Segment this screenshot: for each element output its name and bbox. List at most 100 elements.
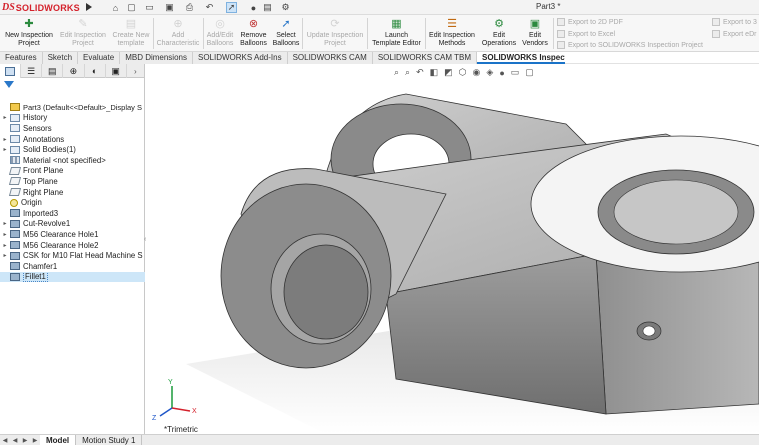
launch-template-editor-button[interactable]: ▦ Launch Template Editor	[369, 17, 424, 48]
expand-arrow-icon[interactable]: ▸	[0, 146, 10, 153]
tab-solidworks-add-ins[interactable]: SOLIDWORKS Add-Ins	[192, 52, 288, 64]
remove-balloon-icon: ⊗	[248, 18, 259, 30]
file-properties-icon[interactable]: ▤	[262, 2, 273, 13]
cam-manager-tab[interactable]: ▣	[106, 64, 127, 78]
expand-arrow-icon[interactable]: ▸	[0, 231, 10, 238]
tab-solidworks-cam-tbm[interactable]: SOLIDWORKS CAM TBM	[372, 52, 478, 64]
create-new-template-button[interactable]: ▤ Create New template	[110, 17, 152, 48]
menu-expand-icon[interactable]	[86, 3, 92, 11]
tree-item-label: Cut-Revolve1	[23, 219, 71, 229]
tree-item[interactable]: ▸ M56 Clearance Hole2	[0, 240, 145, 251]
hole-icon	[10, 230, 20, 239]
graphics-area[interactable]: ⌕ ⌕ ↶ ◧ ◩ ⬡ ◉ ◈ ● ▭ ▢ Y X Z *Trimetric	[146, 64, 759, 434]
solidworks-logo[interactable]: DS SOLIDWORKS	[2, 1, 80, 14]
options-icon[interactable]: ⚙	[280, 2, 291, 13]
more-tabs-icon[interactable]: ›	[127, 64, 144, 78]
button-label: Export to 2D PDF	[568, 18, 623, 26]
add-characteristic-button[interactable]: ⊕ Add Characteristic	[155, 17, 201, 48]
tree-item[interactable]: ▸ Annotations	[0, 134, 145, 145]
select-balloons-button[interactable]: ➚ Select Balloons	[271, 17, 301, 48]
add-edit-balloons-button[interactable]: ◎ Add/Edit Balloons	[205, 17, 235, 48]
cam-icon: ▣	[111, 65, 120, 76]
edit-project-icon: ✎	[78, 18, 88, 30]
expand-arrow-icon[interactable]: ▸	[0, 252, 10, 259]
display-manager-icon: ◐	[91, 66, 98, 76]
tree-item-label: Front Plane	[23, 166, 64, 176]
prev-tab-icon[interactable]: ◀	[10, 437, 20, 444]
tree-item[interactable]: ▸ CSK for M10 Flat Head Machine S	[0, 250, 145, 261]
expand-arrow-icon[interactable]: ▸	[0, 136, 10, 143]
button-label: New Inspection	[5, 32, 53, 39]
property-manager-tab[interactable]: ☰	[21, 64, 43, 78]
new-icon[interactable]: ▢	[126, 2, 137, 13]
next-tab-icon[interactable]: ▶	[20, 437, 30, 444]
new-project-icon: ✚	[24, 18, 34, 30]
undo-icon[interactable]: ↶	[204, 2, 215, 13]
tree-root-part[interactable]: Part3 (Default<<Default>_Display S	[0, 102, 145, 113]
tree-item[interactable]: ▸ History	[0, 113, 145, 124]
configuration-manager-tab[interactable]: ▤	[42, 64, 64, 78]
tree-item[interactable]: Right Plane	[0, 187, 145, 198]
triad-z-axis	[159, 407, 173, 417]
tree-item[interactable]: Sensors	[0, 123, 145, 134]
last-tab-icon[interactable]: ▶	[30, 437, 40, 444]
tree-item[interactable]: Chamfer1	[0, 261, 145, 272]
export-inspection-project-button[interactable]: Export to SOLIDWORKS Inspection Project	[557, 41, 703, 49]
tree-item[interactable]: Fillet1	[0, 271, 145, 283]
tab-features[interactable]: Features	[0, 52, 43, 64]
edit-inspection-methods-button[interactable]: ☰ Edit Inspection Methods	[427, 17, 477, 48]
dimxpert-manager-tab[interactable]: ⊕	[63, 64, 85, 78]
feature-manager-tab[interactable]	[0, 64, 22, 78]
export-3d-button[interactable]: Export to 3	[712, 18, 757, 26]
tree-item[interactable]: Front Plane	[0, 166, 145, 177]
tree-item[interactable]: Top Plane	[0, 176, 145, 187]
home-icon[interactable]: ⌂	[110, 2, 121, 13]
tree-item[interactable]: Material <not specified>	[0, 155, 145, 166]
expand-arrow-icon[interactable]: ▸	[0, 242, 10, 249]
display-manager-tab[interactable]: ◐	[85, 64, 106, 78]
tree-item[interactable]: ▸ M56 Clearance Hole1	[0, 229, 145, 240]
tree-item-label: Imported3	[23, 208, 59, 218]
plane-icon	[8, 188, 22, 197]
new-inspection-project-button[interactable]: ✚ New Inspection Project	[3, 17, 55, 48]
edit-vendors-button[interactable]: ▣ Edit Vendors	[520, 17, 550, 48]
edit-operations-button[interactable]: ⚙ Edit Operations	[480, 17, 518, 48]
rebuild-icon[interactable]: ●	[248, 2, 259, 13]
export-excel-button[interactable]: Export to Excel	[557, 30, 615, 38]
tree-item[interactable]: ▸ Cut-Revolve1	[0, 219, 145, 230]
button-label: Operations	[481, 40, 517, 47]
update-inspection-project-button[interactable]: ⟳ Update Inspection Project	[304, 17, 366, 48]
select-icon[interactable]: ➚	[226, 2, 237, 13]
configuration-icon: ▤	[48, 65, 57, 76]
button-label: Methods	[438, 40, 466, 47]
first-tab-icon[interactable]: ◀	[0, 437, 10, 444]
open-icon[interactable]: ▭	[144, 2, 155, 13]
edit-inspection-project-button[interactable]: ✎ Edit Inspection Project	[57, 17, 109, 48]
side-countersink-bore	[642, 325, 656, 337]
expand-arrow-icon[interactable]: ▸	[0, 114, 10, 121]
tab-sketch[interactable]: Sketch	[42, 52, 79, 64]
model-render[interactable]: Y X Z	[146, 64, 759, 434]
history-icon	[10, 113, 20, 122]
remove-balloons-button[interactable]: ⊗ Remove Balloons	[237, 17, 270, 48]
manager-tabs: ☰ ▤ ⊕ ◐ ▣ ›	[0, 64, 144, 78]
tree-item[interactable]: Origin	[0, 197, 145, 208]
tab-mbd-dimensions[interactable]: MBD Dimensions	[120, 52, 193, 64]
plane-icon	[8, 166, 22, 175]
property-manager-icon: ☰	[27, 65, 36, 76]
export-2d-pdf-button[interactable]: Export to 2D PDF	[557, 18, 623, 26]
tab-model[interactable]: Model	[40, 434, 77, 445]
vendors-icon: ▣	[529, 18, 541, 30]
print-icon[interactable]: ⎙	[184, 2, 195, 13]
export-edrawings-button[interactable]: Export eDr	[712, 30, 756, 38]
button-label: Export to 3	[723, 18, 757, 26]
expand-arrow-icon[interactable]: ▸	[0, 220, 10, 227]
tree-item[interactable]: ▸ Solid Bodies(1)	[0, 144, 145, 155]
button-label: Edit Inspection	[60, 32, 106, 39]
tree-item[interactable]: Imported3	[0, 208, 145, 219]
tab-motion-study-1[interactable]: Motion Study 1	[76, 434, 143, 445]
tab-evaluate[interactable]: Evaluate	[78, 52, 121, 64]
filter-icon[interactable]	[4, 81, 14, 88]
tab-solidworks-cam[interactable]: SOLIDWORKS CAM	[287, 52, 373, 64]
save-icon[interactable]: ▣	[164, 2, 175, 13]
